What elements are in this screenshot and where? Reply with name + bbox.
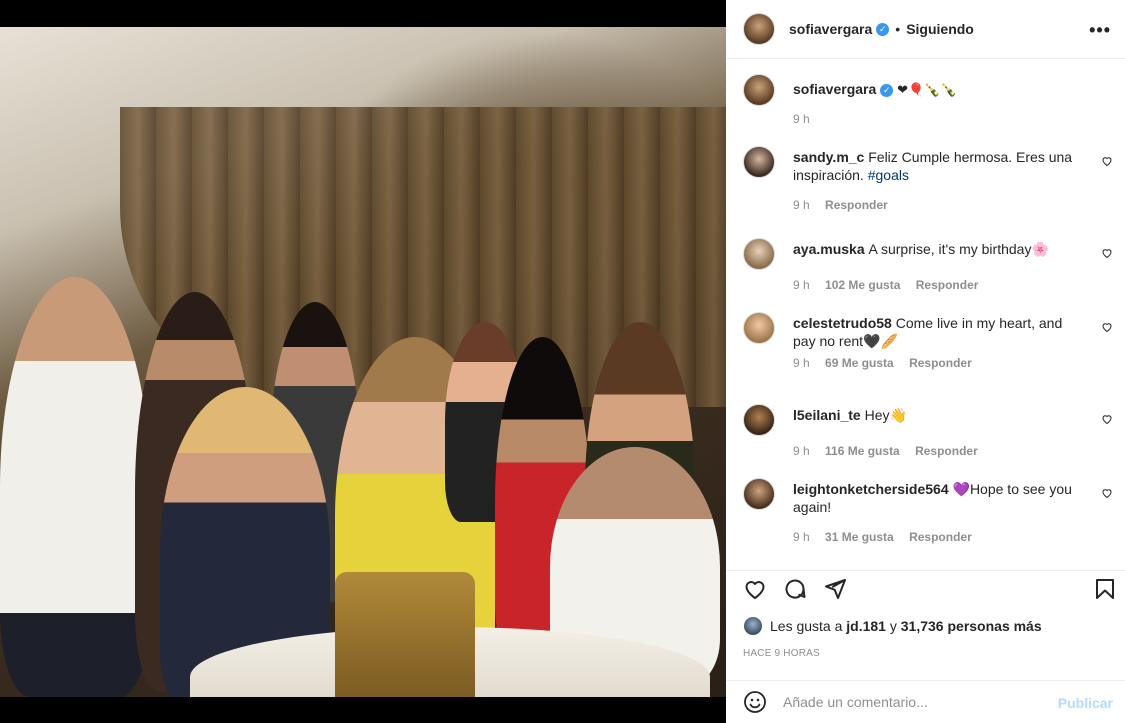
post-media-area xyxy=(0,0,726,723)
comment-icon[interactable] xyxy=(783,577,807,601)
comment-meta: 9 h 102 Me gusta Responder xyxy=(793,278,1113,292)
commenter-username[interactable]: sandy.m_c xyxy=(793,149,864,165)
reply-button[interactable]: Responder xyxy=(916,278,979,292)
reply-button[interactable]: Responder xyxy=(825,198,888,212)
comment-time: 9 h xyxy=(793,356,810,370)
comment-input[interactable] xyxy=(783,694,1043,710)
comment-meta: 9 h 69 Me gusta Responder xyxy=(793,356,1113,370)
likes-count[interactable]: 31,736 personas más xyxy=(901,618,1042,634)
commenter-avatar[interactable] xyxy=(743,478,775,510)
likes-prefix: Les gusta a xyxy=(770,618,843,634)
liker-avatar[interactable] xyxy=(743,616,763,636)
comment-time: 9 h xyxy=(793,198,810,212)
likes-summary: Les gusta a jd.181 y 31,736 personas más xyxy=(743,616,1042,636)
reply-button[interactable]: Responder xyxy=(909,356,972,370)
post-caption: sofiavergara ✓ ❤🎈🍾🍾 9 h xyxy=(743,74,1113,126)
comment-time: 9 h xyxy=(793,444,810,458)
comment-meta: 9 h Responder xyxy=(793,198,1113,212)
comment-like-heart-icon[interactable] xyxy=(1101,320,1113,333)
commenter-username[interactable]: celestetrudo58 xyxy=(793,315,892,331)
comment-time: 9 h xyxy=(793,530,810,544)
header-separator: • xyxy=(895,21,901,37)
post-header: sofiavergara ✓ • Siguiendo ••• xyxy=(726,0,1125,59)
comment-text: A surprise, it's my birthday🌸 xyxy=(868,241,1049,257)
comment-meta: 9 h 116 Me gusta Responder xyxy=(793,444,1113,458)
heart-icon[interactable] xyxy=(743,577,767,601)
add-comment-bar: Publicar xyxy=(726,680,1125,723)
post-photo[interactable] xyxy=(0,27,726,697)
caption-text: ❤🎈🍾🍾 xyxy=(897,83,957,98)
comment-item: l5eilani_te Hey👋 9 h 116 Me gusta Respon… xyxy=(743,404,1113,458)
reply-button[interactable]: Responder xyxy=(909,530,972,544)
caption-meta: 9 h xyxy=(793,112,1113,126)
comment-item: aya.muska A surprise, it's my birthday🌸 … xyxy=(743,238,1113,292)
commenter-avatar[interactable] xyxy=(743,312,775,344)
likes-middle: y xyxy=(889,618,897,634)
emoji-icon[interactable] xyxy=(743,690,767,714)
following-button[interactable]: Siguiendo xyxy=(906,21,974,37)
commenter-avatar[interactable] xyxy=(743,146,775,178)
post-actions xyxy=(726,570,1125,604)
post-side-panel: sofiavergara ✓ • Siguiendo ••• sofiaverg… xyxy=(726,0,1125,723)
comment-like-count[interactable]: 116 Me gusta xyxy=(825,444,900,458)
comment-like-heart-icon[interactable] xyxy=(1101,412,1113,425)
comment-like-count[interactable]: 69 Me gusta xyxy=(825,356,894,370)
comment-like-count[interactable]: 31 Me gusta xyxy=(825,530,894,544)
author-avatar[interactable] xyxy=(743,13,775,45)
verified-icon: ✓ xyxy=(880,83,894,97)
commenter-avatar[interactable] xyxy=(743,238,775,270)
publish-button[interactable]: Publicar xyxy=(1058,695,1113,711)
comment-meta: 9 h 31 Me gusta Responder xyxy=(793,530,1113,544)
comment-item: sandy.m_c Feliz Cumple hermosa. Eres una… xyxy=(743,146,1113,212)
comment-like-heart-icon[interactable] xyxy=(1101,486,1113,499)
caption-username[interactable]: sofiavergara xyxy=(793,81,876,97)
commenter-username[interactable]: leightonketcherside564 xyxy=(793,481,949,497)
liker-username[interactable]: jd.181 xyxy=(846,618,886,634)
share-icon[interactable] xyxy=(823,577,847,601)
comment-like-count[interactable]: 102 Me gusta xyxy=(825,278,900,292)
comment-text: Hey👋 xyxy=(864,407,907,423)
commenter-avatar[interactable] xyxy=(743,404,775,436)
commenter-username[interactable]: aya.muska xyxy=(793,241,865,257)
photo-cake xyxy=(335,572,475,697)
commenter-username[interactable]: l5eilani_te xyxy=(793,407,861,423)
author-username[interactable]: sofiavergara xyxy=(789,21,872,37)
more-icon[interactable]: ••• xyxy=(1089,20,1111,41)
comments-list[interactable]: sofiavergara ✓ ❤🎈🍾🍾 9 h sandy.m_c Feliz C… xyxy=(726,60,1125,570)
comment-item: celestetrudo58 Come live in my heart, an… xyxy=(743,312,1113,370)
comment-like-heart-icon[interactable] xyxy=(1101,154,1113,167)
bookmark-icon[interactable] xyxy=(1093,577,1117,601)
post-timestamp[interactable]: HACE 9 HORAS xyxy=(743,648,820,659)
comment-item: leightonketcherside564 💜Hope to see you … xyxy=(743,478,1113,544)
verified-icon: ✓ xyxy=(876,22,890,36)
caption-time: 9 h xyxy=(793,112,810,126)
reply-button[interactable]: Responder xyxy=(915,444,978,458)
comment-like-heart-icon[interactable] xyxy=(1101,246,1113,259)
comment-time: 9 h xyxy=(793,278,810,292)
caption-avatar[interactable] xyxy=(743,74,775,106)
comment-hashtag[interactable]: #goals xyxy=(868,167,909,183)
